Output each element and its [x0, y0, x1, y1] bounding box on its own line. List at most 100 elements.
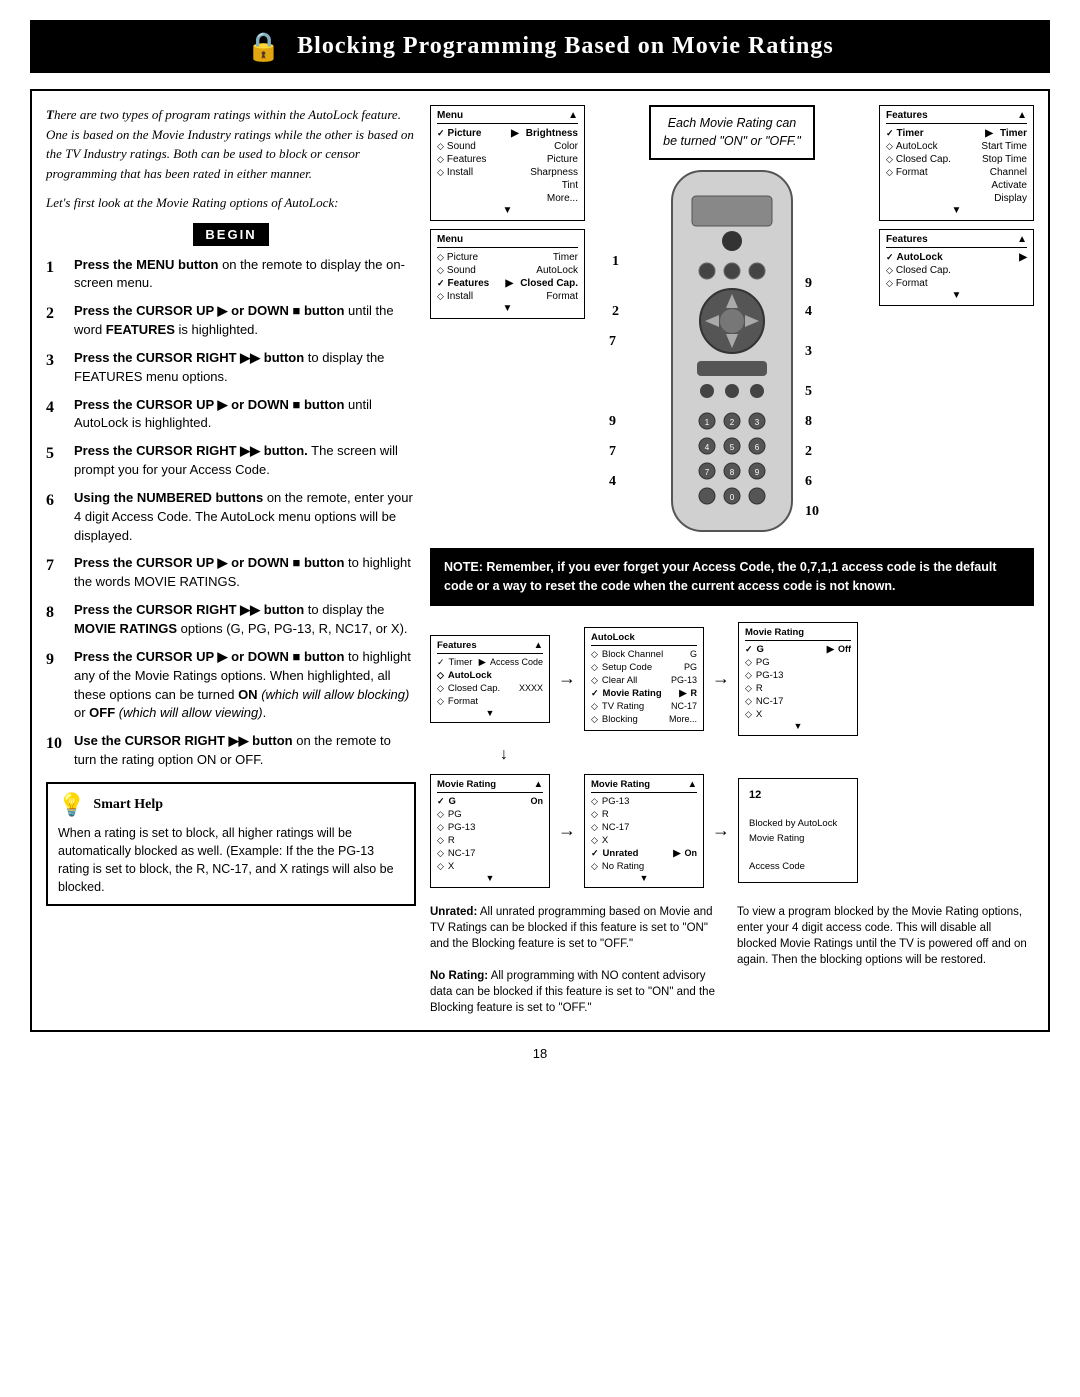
remote-label-7: 7	[609, 334, 616, 350]
step-3-content: Press the CURSOR RIGHT ▶▶ button to disp…	[74, 349, 416, 387]
flow-arrow-4: →	[712, 820, 730, 841]
step-1-content: Press the MENU button on the remote to d…	[74, 256, 416, 294]
svg-text:5: 5	[730, 443, 735, 452]
step-10-content: Use the CURSOR RIGHT ▶▶ button on the re…	[74, 732, 416, 770]
fph-1: Features▲	[437, 640, 543, 654]
remote-label-1: 1	[612, 254, 619, 270]
steps-list: 1 Press the MENU button on the remote to…	[46, 256, 416, 770]
lock-icon: 🔒	[246, 30, 281, 63]
step-8: 8 Press the CURSOR RIGHT ▶▶ button to di…	[46, 601, 416, 639]
remote-area: Each Movie Rating canbe turned "ON" or "…	[595, 105, 869, 536]
step-7-num: 7	[46, 554, 68, 592]
remote-label-2: 2	[612, 304, 619, 320]
flow-arrow-1: →	[558, 668, 576, 689]
remote-label-5: 5	[805, 384, 812, 400]
remote-label-9: 9	[805, 276, 812, 292]
left-column: There are two types of program ratings w…	[46, 105, 416, 1016]
step-5: 5 Press the CURSOR RIGHT ▶▶ button. The …	[46, 442, 416, 480]
flow-panel-autolock: AutoLock ◇Block ChannelG ◇Setup CodePG ◇…	[584, 627, 704, 731]
svg-text:4: 4	[705, 443, 710, 452]
bottom-text-unrated: Unrated: All unrated programming based o…	[430, 904, 727, 1017]
step-2-num: 2	[46, 302, 68, 340]
svg-text:7: 7	[705, 468, 710, 477]
step-10: 10 Use the CURSOR RIGHT ▶▶ button on the…	[46, 732, 416, 770]
note-box: NOTE: Remember, if you ever forget your …	[430, 548, 1034, 606]
step-1-num: 1	[46, 256, 68, 294]
bottom-text-panels: Unrated: All unrated programming based o…	[430, 904, 1034, 1017]
left-screen-panels: Menu▲ ✓Picture▶Brightness ◇SoundColor ◇F…	[430, 105, 585, 319]
flow-row-1: Features▲ ✓Timer▶Access Code ◇AutoLock ◇…	[430, 622, 1034, 736]
svg-text:6: 6	[755, 443, 760, 452]
remote-label-4: 4	[805, 304, 812, 320]
step-9: 9 Press the CURSOR UP ▶ or DOWN ■ button…	[46, 648, 416, 723]
step-3: 3 Press the CURSOR RIGHT ▶▶ button to di…	[46, 349, 416, 387]
step-8-num: 8	[46, 601, 68, 639]
flow-panel-features-access: Features▲ ✓Timer▶Access Code ◇AutoLock ◇…	[430, 635, 550, 723]
flow-panel-movie-unrated: Movie Rating▲ ◇PG-13 ◇R ◇NC-17 ◇X ✓Unrat…	[584, 774, 704, 888]
fph-4: Movie Rating▲	[437, 779, 543, 793]
movie-rating-callout: Each Movie Rating canbe turned "ON" or "…	[649, 105, 815, 160]
down-arrow-1: ↓	[444, 746, 564, 764]
smart-help-header: 💡 Smart Help	[58, 792, 404, 818]
svg-text:8: 8	[730, 468, 735, 477]
svg-text:1: 1	[705, 418, 710, 427]
panel1-header: Menu▲	[437, 110, 578, 124]
right-column: Menu▲ ✓Picture▶Brightness ◇SoundColor ◇F…	[430, 105, 1034, 1016]
step-5-num: 5	[46, 442, 68, 480]
step-4-content: Press the CURSOR UP ▶ or DOWN ■ button u…	[74, 396, 416, 434]
remote-label-9b: 9	[609, 414, 616, 430]
svg-text:9: 9	[755, 468, 760, 477]
remote-container: 1 2 3 4 5 6 7 8 9 0 1	[637, 166, 827, 536]
remote-label-2b: 2	[805, 444, 812, 460]
remote-label-8: 8	[805, 414, 812, 430]
smart-help-title: Smart Help	[93, 797, 163, 813]
remote-label-6: 6	[805, 474, 812, 490]
bulb-icon: 💡	[58, 792, 85, 818]
menu-panel-1: Menu▲ ✓Picture▶Brightness ◇SoundColor ◇F…	[430, 105, 585, 221]
right-screen-panels: Features▲ ✓Timer▶Timer ◇AutoLockStart Ti…	[879, 105, 1034, 306]
remote-label-3: 3	[805, 344, 812, 360]
step-2: 2 Press the CURSOR UP ▶ or DOWN ■ button…	[46, 302, 416, 340]
page-header: 🔒 Blocking Programming Based on Movie Ra…	[30, 20, 1050, 73]
flow-panel-blocked-screen: 12 Blocked by AutoLock Movie Rating Acce…	[738, 778, 858, 884]
step-9-num: 9	[46, 648, 68, 723]
bottom-text-view: To view a program blocked by the Movie R…	[737, 904, 1034, 1017]
step-9-content: Press the CURSOR UP ▶ or DOWN ■ button t…	[74, 648, 416, 723]
down-arrows: ↓	[430, 746, 1034, 764]
remote-svg: 1 2 3 4 5 6 7 8 9 0	[637, 166, 827, 536]
remote-label-10: 10	[805, 504, 819, 520]
flow-arrow-2: →	[712, 668, 730, 689]
flow-panel-movie-rating-on: Movie Rating▲ ✓GOn ◇PG ◇PG-13 ◇R ◇NC-17 …	[430, 774, 550, 888]
page: 🔒 Blocking Programming Based on Movie Ra…	[0, 0, 1080, 1397]
remote-label-7b: 7	[609, 444, 616, 460]
features-panel-1: Features▲ ✓Timer▶Timer ◇AutoLockStart Ti…	[879, 105, 1034, 221]
svg-text:2: 2	[730, 418, 735, 427]
fp1-header: Features▲	[886, 110, 1027, 124]
step-7: 7 Press the CURSOR UP ▶ or DOWN ■ button…	[46, 554, 416, 592]
fph-3: Movie Rating	[745, 627, 851, 641]
step-1: 1 Press the MENU button on the remote to…	[46, 256, 416, 294]
svg-text:0: 0	[730, 493, 735, 502]
svg-text:3: 3	[755, 418, 760, 427]
flow-panel-movie-rating: Movie Rating ✓G▶Off ◇PG ◇PG-13 ◇R ◇NC-17…	[738, 622, 858, 736]
step-4: 4 Press the CURSOR UP ▶ or DOWN ■ button…	[46, 396, 416, 434]
begin-box: BEGIN	[46, 223, 416, 246]
step-6-content: Using the NUMBERED buttons on the remote…	[74, 489, 416, 546]
page-title: Blocking Programming Based on Movie Rati…	[297, 33, 834, 60]
page-number: 18	[30, 1046, 1050, 1061]
flow-row-2: Movie Rating▲ ✓GOn ◇PG ◇PG-13 ◇R ◇NC-17 …	[430, 774, 1034, 888]
menu-panel-2: Menu ◇PictureTimer ◇SoundAutoLock ✓Featu…	[430, 229, 585, 319]
features-panel-2: Features▲ ✓AutoLock▶ ◇Closed Cap. ◇Forma…	[879, 229, 1034, 306]
step-7-content: Press the CURSOR UP ▶ or DOWN ■ button t…	[74, 554, 416, 592]
fph-2: AutoLock	[591, 632, 697, 646]
step-5-content: Press the CURSOR RIGHT ▶▶ button. The sc…	[74, 442, 416, 480]
fph-5: Movie Rating▲	[591, 779, 697, 793]
main-content: There are two types of program ratings w…	[30, 89, 1050, 1032]
step-6-num: 6	[46, 489, 68, 546]
fp2-header: Features▲	[886, 234, 1027, 248]
step-6: 6 Using the NUMBERED buttons on the remo…	[46, 489, 416, 546]
step-10-num: 10	[46, 732, 68, 770]
intro-paragraph2: Let's first look at the Movie Rating opt…	[46, 193, 416, 213]
step-8-content: Press the CURSOR RIGHT ▶▶ button to disp…	[74, 601, 416, 639]
begin-label: BEGIN	[193, 223, 268, 246]
